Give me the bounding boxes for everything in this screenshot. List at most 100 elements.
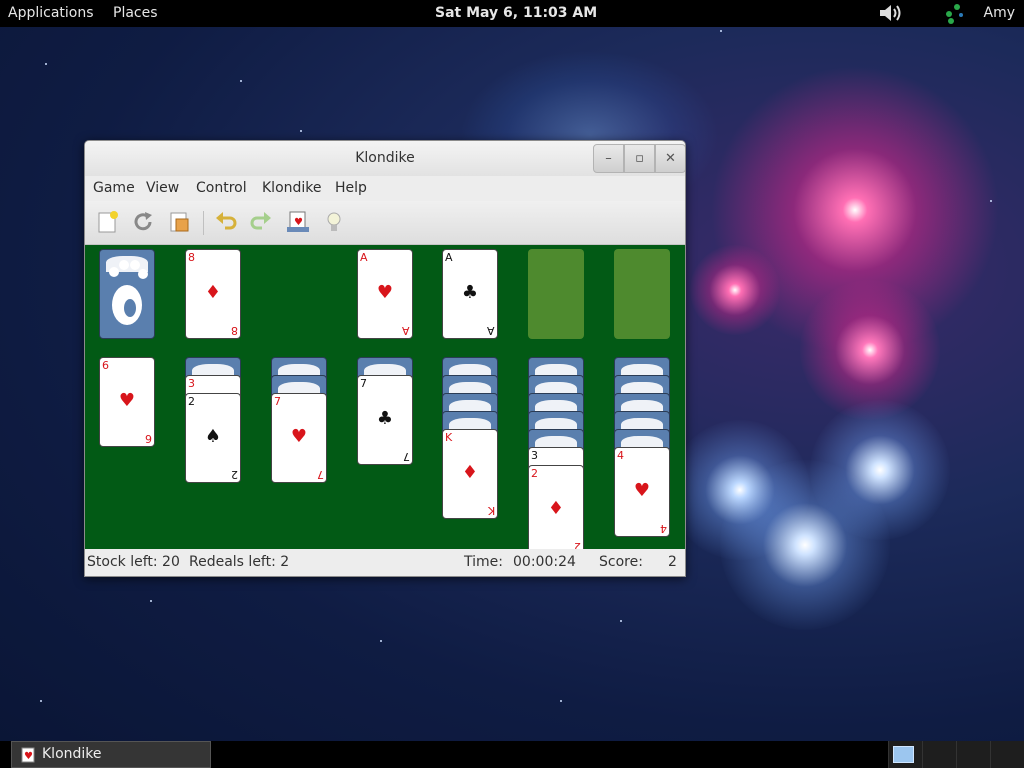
firework-pink-small: [690, 245, 780, 335]
foundation-2[interactable]: A A ♣: [442, 249, 498, 339]
firework-blue-center: [720, 460, 890, 630]
menu-help[interactable]: Help: [335, 180, 367, 196]
workspace-1[interactable]: [888, 741, 923, 768]
svg-text:♥: ♥: [294, 217, 303, 228]
taskbar-item-klondike[interactable]: ♥ Klondike: [11, 741, 211, 768]
card-suit: ♦: [461, 462, 479, 483]
undo-icon[interactable]: [213, 209, 239, 235]
clock[interactable]: Sat May 6, 11:03 AM: [435, 5, 597, 21]
star: [240, 80, 242, 82]
workspace-window-thumb: [893, 746, 914, 763]
tableau-3-card[interactable]: 7 7 ♥: [271, 393, 327, 483]
minimize-button[interactable]: –: [593, 144, 624, 173]
card-rank: 3: [531, 449, 538, 462]
firework-pink-large: [710, 65, 1000, 355]
card-rank: 2: [531, 467, 538, 480]
minimize-icon: –: [605, 151, 612, 166]
bottom-panel: ♥ Klondike: [0, 741, 1024, 768]
menu-view[interactable]: View: [146, 180, 179, 196]
top-panel: Applications Places Sat May 6, 11:03 AM …: [0, 0, 1024, 27]
stock-left: Stock left: 20: [87, 554, 180, 570]
star: [380, 640, 382, 642]
close-button[interactable]: ✕: [655, 144, 685, 173]
menubar: Game View Control Klondike Help: [85, 176, 685, 201]
waste-pile[interactable]: 8 8 ♦: [185, 249, 241, 339]
maximize-icon: ▫: [635, 151, 644, 166]
star: [560, 700, 562, 702]
card-rank: A: [445, 251, 453, 264]
klondike-app-icon: ♥: [21, 747, 35, 763]
card-rank: 4: [617, 449, 624, 462]
foundation-4-empty[interactable]: [614, 249, 670, 339]
workspace-3[interactable]: [956, 741, 991, 768]
foundation-3-empty[interactable]: [528, 249, 584, 339]
card-rank: K: [487, 504, 495, 517]
close-icon: ✕: [665, 151, 676, 166]
game-table[interactable]: 88♦AA♥AA♣66♥33♥22♠77♥77♣KK♦33♣22♦44♥: [85, 245, 685, 549]
new-game-icon[interactable]: [95, 209, 121, 235]
svg-text:♥: ♥: [24, 751, 33, 762]
select-game-icon[interactable]: [167, 209, 193, 235]
star: [300, 130, 302, 132]
tableau-6-card[interactable]: 2 2 ♦: [528, 465, 584, 549]
card-rank: 8: [231, 324, 238, 337]
places-menu[interactable]: Places: [113, 5, 158, 21]
foundation-1[interactable]: A A ♥: [357, 249, 413, 339]
taskbar-item-label: Klondike: [42, 746, 102, 762]
menu-control[interactable]: Control: [196, 180, 247, 196]
card-suit: ♥: [290, 426, 308, 447]
status-bar: Stock left: 20 Redeals left: 2 Time: 00:…: [85, 549, 685, 576]
star: [40, 700, 42, 702]
card-rank: 4: [660, 522, 667, 535]
card-rank: K: [445, 431, 453, 444]
stock-pile[interactable]: [99, 249, 155, 339]
tableau-4-card[interactable]: 7 7 ♣: [357, 375, 413, 465]
card-rank: 3: [188, 377, 195, 390]
gnome-foot-icon: [109, 260, 148, 325]
card-rank: 7: [317, 468, 324, 481]
applications-menu[interactable]: Applications: [8, 5, 94, 21]
tableau-1-card[interactable]: 6 6 ♥: [99, 357, 155, 447]
card-rank: 2: [188, 395, 195, 408]
redeals-left: Redeals left: 2: [189, 554, 290, 570]
workspace-4[interactable]: [990, 741, 1024, 768]
star: [720, 30, 722, 32]
tableau-7-card[interactable]: 4 4 ♥: [614, 447, 670, 537]
card-rank: A: [487, 324, 495, 337]
time-value: 00:00:24: [513, 554, 576, 570]
firework-pink-mid: [800, 280, 940, 420]
hint-icon[interactable]: [321, 209, 347, 235]
deal-icon[interactable]: ♥: [285, 209, 311, 235]
menu-game[interactable]: Game: [93, 180, 135, 196]
menu-klondike[interactable]: Klondike: [262, 180, 322, 196]
user-menu[interactable]: Amy: [984, 5, 1016, 21]
tableau-2-card[interactable]: 2 2 ♠: [185, 393, 241, 483]
window-titlebar[interactable]: Klondike – ▫ ✕: [85, 141, 685, 176]
klondike-window: Klondike – ▫ ✕ Game View Control Klondik…: [84, 140, 686, 577]
card-rank: 6: [145, 432, 152, 445]
card-suit: ♥: [118, 390, 136, 411]
card-suit: ♣: [461, 282, 479, 303]
redo-icon[interactable]: [248, 209, 274, 235]
card-suit: ♣: [376, 408, 394, 429]
card-rank: A: [360, 251, 368, 264]
firework-blue-left: [670, 420, 810, 560]
restart-icon[interactable]: [130, 209, 156, 235]
card-suit: ♥: [633, 480, 651, 501]
workspace-2[interactable]: [922, 741, 957, 768]
toolbar: ♥: [85, 201, 685, 245]
volume-icon[interactable]: [878, 4, 904, 22]
firework-blue-right: [810, 400, 950, 540]
tableau-5-card[interactable]: K K ♦: [442, 429, 498, 519]
card-rank: A: [402, 324, 410, 337]
maximize-button[interactable]: ▫: [624, 144, 655, 173]
star: [990, 200, 992, 202]
star: [620, 620, 622, 622]
network-icon[interactable]: [942, 2, 964, 24]
card-rank: 7: [274, 395, 281, 408]
card-rank: 7: [403, 450, 410, 463]
card-suit: ♥: [376, 282, 394, 303]
card-rank: 7: [360, 377, 367, 390]
card-rank: 2: [574, 540, 581, 549]
score-label: Score:: [599, 554, 643, 570]
